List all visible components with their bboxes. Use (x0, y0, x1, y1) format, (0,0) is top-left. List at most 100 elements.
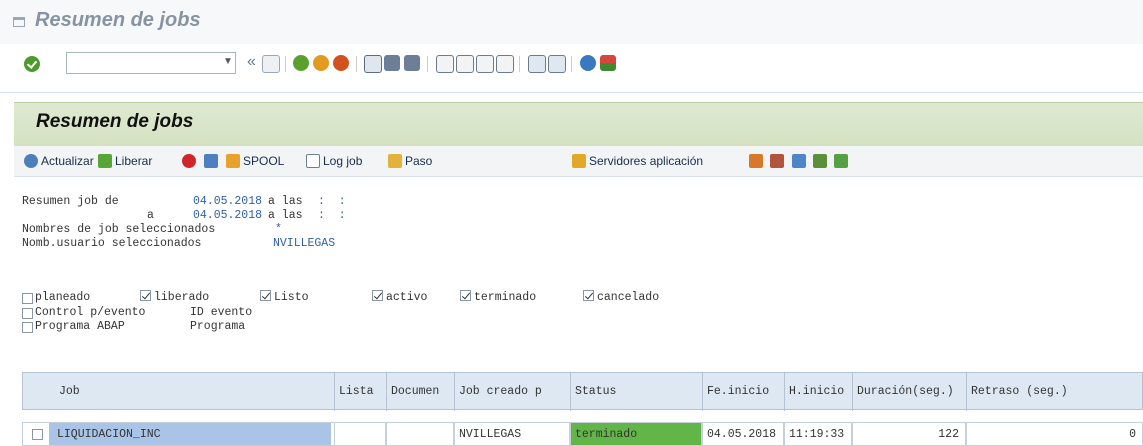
column-header-documen[interactable]: Documen (387, 373, 455, 411)
job-log-button[interactable]: Log job (306, 152, 362, 170)
checkbox-label-liberado: liberado (154, 291, 210, 304)
column-header-fecha[interactable]: Fe.inicio (703, 373, 785, 411)
filter-set-icon[interactable] (834, 154, 848, 168)
cancel-icon[interactable] (333, 55, 349, 71)
column-header-lista[interactable]: Lista (335, 373, 387, 411)
checkbox-label-activo: activo (386, 291, 428, 304)
checkbox-liberado[interactable] (140, 290, 151, 301)
status-badge: terminado (571, 423, 701, 445)
checkbox-event-control[interactable] (22, 308, 33, 319)
toolbar-separator (427, 56, 428, 72)
checkbox-terminado[interactable] (460, 290, 471, 301)
ok-icon[interactable] (24, 56, 40, 72)
refresh-label: Actualizar (41, 154, 94, 168)
row-select-checkbox[interactable] (32, 429, 43, 440)
checkbox-listo[interactable] (260, 290, 271, 301)
subtotal-icon[interactable] (813, 154, 827, 168)
flag-icon (98, 154, 112, 168)
release-label: Liberar (115, 154, 153, 168)
panel-title: Resumen de jobs (36, 111, 194, 132)
user-label: Nomb.usuario seleccionados (22, 237, 202, 250)
summary-to-label: a (147, 209, 154, 222)
print-icon[interactable] (364, 55, 382, 73)
status-cell: terminado (570, 422, 702, 446)
job-names-label: Nombres de job seleccionados (22, 223, 216, 236)
app-servers-label: Servidores aplicación (589, 154, 704, 168)
job-cell[interactable]: LIQUIDACION_INC (22, 422, 334, 446)
column-header-retraso[interactable]: Retraso (seg.) (967, 373, 1143, 411)
summary-to-at: a las (268, 209, 303, 222)
step-button[interactable]: Paso (388, 152, 432, 170)
hora-cell: 11:19:33 (784, 422, 852, 446)
customize-icon[interactable] (600, 55, 616, 71)
panel-header: Resumen de jobs (14, 102, 1143, 148)
toolbar-separator (356, 56, 357, 72)
menu-icon[interactable] (13, 17, 25, 27)
sort-icon[interactable] (749, 154, 763, 168)
checkbox-abap-program[interactable] (22, 322, 33, 333)
grid-icon[interactable] (770, 154, 784, 168)
creado-cell: NVILLEGAS (454, 422, 570, 446)
checkbox-label-cancelado: cancelado (597, 291, 660, 304)
application-toolbar: Actualizar Liberar SPOOL Log job Paso Se… (14, 146, 1143, 177)
column-header-job[interactable]: Job (23, 373, 335, 411)
column-header-hora[interactable]: H.inicio (785, 373, 853, 411)
standard-toolbar: ▼ « (0, 44, 1143, 93)
checkbox-cancelado[interactable] (583, 290, 594, 301)
toolbar-separator (519, 56, 520, 72)
page-title: Resumen de jobs (35, 9, 201, 31)
app-servers-button[interactable]: Servidores aplicación (572, 152, 703, 170)
step-icon (388, 154, 402, 168)
new-session-icon[interactable] (528, 55, 546, 73)
stop-icon[interactable] (182, 154, 196, 168)
toolbar-separator (571, 56, 572, 72)
checkbox-activo[interactable] (372, 290, 383, 301)
program-label: Programa (190, 320, 246, 333)
last-page-icon[interactable] (496, 55, 514, 73)
job-name[interactable]: LIQUIDACION_INC (49, 423, 331, 445)
server-icon (572, 154, 586, 168)
event-id-label: ID evento (190, 306, 253, 319)
save-icon[interactable] (262, 55, 280, 73)
fecha-cell: 04.05.2018 (702, 422, 784, 446)
summary-from-time: : : (318, 195, 346, 208)
column-header-creado[interactable]: Job creado p (455, 373, 571, 411)
release-button[interactable]: Liberar (98, 152, 152, 170)
delete-icon[interactable] (204, 154, 218, 168)
back-icon[interactable] (293, 55, 309, 71)
help-icon[interactable] (580, 55, 596, 71)
step-label: Paso (405, 154, 433, 168)
first-page-icon[interactable] (436, 55, 454, 73)
duracion-cell: 122 (852, 422, 966, 446)
abap-program-label: Programa ABAP (35, 320, 125, 333)
documen-cell (386, 422, 454, 446)
retraso-cell: 0 (966, 422, 1143, 446)
exit-icon[interactable] (313, 55, 329, 71)
checkbox-label-planeado: planeado (35, 291, 91, 304)
spool-icon (226, 154, 240, 168)
table-row[interactable]: LIQUIDACION_INC NVILLEGAS terminado 04.0… (22, 422, 1143, 446)
user-value: NVILLEGAS (273, 237, 336, 250)
chevron-down-icon[interactable]: ▼ (221, 54, 235, 70)
toolbar-separator (285, 56, 286, 72)
previous-page-icon[interactable] (456, 55, 474, 73)
job-log-label: Log job (323, 154, 363, 168)
spool-button[interactable]: SPOOL (226, 152, 284, 170)
column-header-duracion[interactable]: Duración(seg.) (853, 373, 967, 411)
filter-icon[interactable] (792, 154, 806, 168)
checkbox-planeado[interactable] (22, 293, 33, 304)
document-icon (306, 154, 320, 168)
summary-from-label: Resumen job de (22, 195, 119, 208)
find-next-icon[interactable] (404, 55, 420, 71)
find-icon[interactable] (384, 55, 400, 71)
shortcut-icon[interactable] (548, 55, 566, 73)
column-header-status[interactable]: Status (571, 373, 703, 411)
table-header: Job Lista Documen Job creado p Status Fe… (22, 372, 1143, 411)
refresh-button[interactable]: Actualizar (24, 152, 94, 170)
checkbox-label-listo: Listo (274, 291, 309, 304)
collapse-icon[interactable]: « (247, 53, 256, 71)
next-page-icon[interactable] (476, 55, 494, 73)
event-control-label: Control p/evento (35, 306, 146, 319)
command-field[interactable] (66, 52, 236, 74)
spool-label: SPOOL (243, 154, 285, 168)
